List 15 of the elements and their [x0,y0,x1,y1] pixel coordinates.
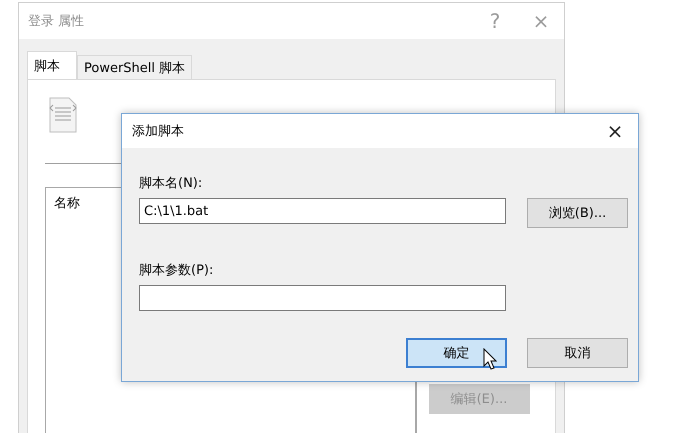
input-field[interactable]: C:\1\1.bat [139,198,506,224]
cursor-icon [483,348,497,370]
field-label: 脚本名(N): [139,175,204,192]
tab[interactable]: PowerShell 脚本 [77,55,192,80]
close-button[interactable]: × [592,116,638,146]
browse-button[interactable]: 浏览(B)... [527,198,628,228]
window-title: 登录 属性 [28,13,86,30]
tab[interactable]: 脚本 [27,51,77,80]
input-field[interactable] [139,285,506,311]
dialog-title: 添加脚本 [132,123,185,140]
script-file-icon [48,97,78,133]
ok-button[interactable]: 确定 [406,338,507,368]
field-label: 脚本参数(P): [139,262,214,279]
column-header: 名称 [54,196,80,211]
cancel-button[interactable]: 取消 [527,338,628,368]
